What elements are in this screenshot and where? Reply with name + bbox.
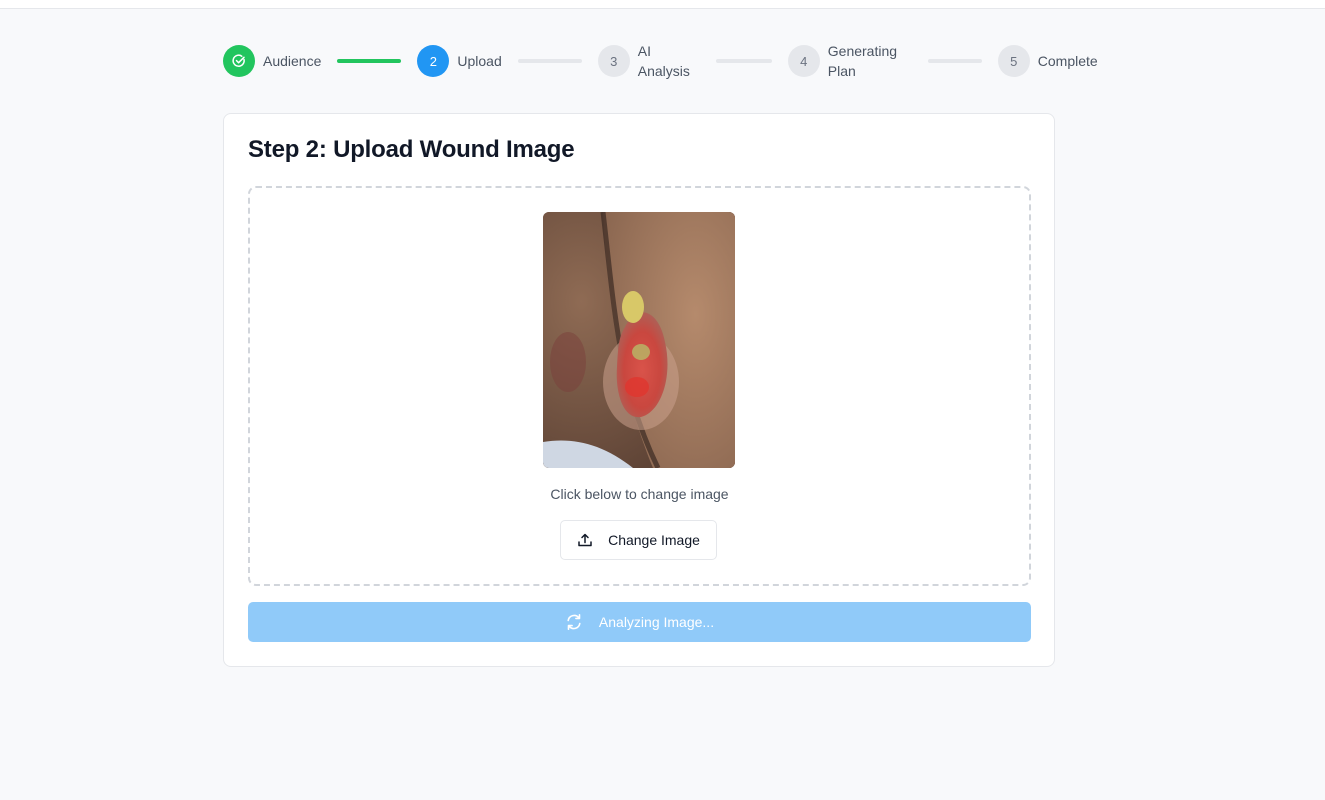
upload-icon: [577, 532, 593, 548]
step-number: 3: [597, 45, 630, 77]
change-image-hint: Click below to change image: [550, 486, 729, 502]
step-audience[interactable]: Audience: [223, 45, 321, 77]
step-connector: [927, 59, 982, 63]
step-upload[interactable]: 2 Upload: [417, 45, 502, 77]
step-label: Generating Plan: [827, 43, 898, 79]
image-dropzone[interactable]: Click below to change image Change Image: [248, 186, 1031, 586]
step-label: Upload: [457, 53, 502, 69]
change-image-label: Change Image: [608, 532, 700, 548]
step-number: 4: [787, 45, 820, 77]
step-label: AI Analysis: [637, 43, 690, 79]
step-connector: [337, 59, 402, 63]
step-label: Complete: [1037, 53, 1098, 69]
analyze-image-label: Analyzing Image...: [598, 614, 715, 630]
step-label: Audience: [263, 53, 322, 69]
upload-card: Step 2: Upload Wound Image Click below t…: [223, 113, 1055, 667]
change-image-button[interactable]: Change Image: [560, 520, 717, 560]
top-bar: [0, 0, 1325, 9]
refresh-spinner-icon: [565, 613, 583, 631]
step-ai-analysis[interactable]: 3 AI Analysis: [597, 41, 700, 81]
card-title: Step 2: Upload Wound Image: [248, 136, 575, 163]
wound-image-preview: [543, 212, 735, 468]
step-complete[interactable]: 5 Complete: [997, 45, 1098, 77]
step-number: 5: [997, 45, 1030, 77]
analyze-image-button[interactable]: Analyzing Image...: [248, 602, 1031, 642]
step-connector: [517, 59, 582, 63]
step-generating-plan[interactable]: 4 Generating Plan: [787, 41, 912, 81]
step-connector: [715, 59, 772, 63]
step-complete-badge: [223, 45, 255, 77]
check-circle-icon: [232, 54, 245, 67]
progress-stepper: Audience 2 Upload 3 AI Analysis 4 Genera…: [223, 41, 1098, 81]
step-number: 2: [417, 45, 450, 77]
